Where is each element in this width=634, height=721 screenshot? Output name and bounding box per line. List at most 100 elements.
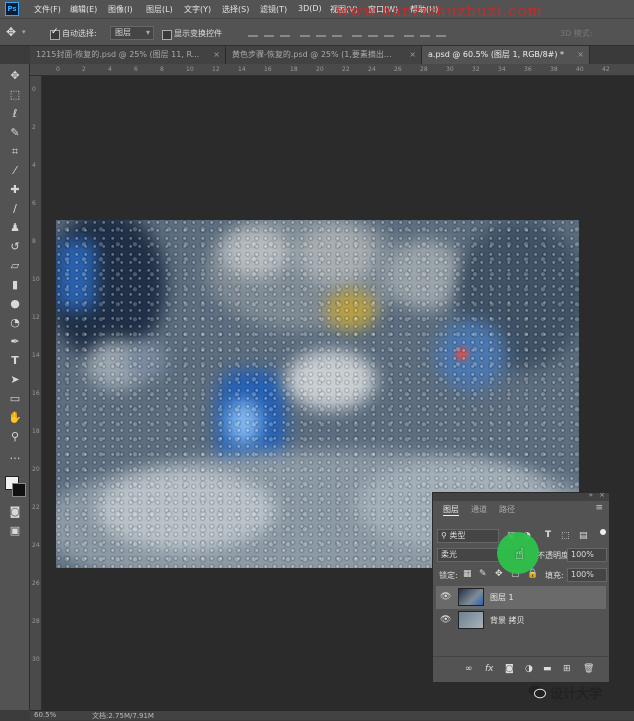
ruler-tick-label: 34: [498, 66, 506, 73]
close-icon[interactable]: ×: [213, 46, 220, 64]
ruler-tick-label: 10: [32, 276, 40, 283]
quick-mask-icon[interactable]: ◙: [7, 504, 23, 520]
ruler-tick-label: 0: [32, 86, 36, 93]
tab-label: 黄色步骤-恢复的.psd @ 25% (1,要素摘出...: [232, 50, 392, 59]
delete-layer-icon[interactable]: 🗑: [583, 664, 594, 674]
lock-position-icon[interactable]: ✥: [495, 569, 503, 579]
align-bottom-icon[interactable]: [280, 28, 290, 37]
layers-panel: » × 图层 通道 路径 ≡ ⚲ 类型 ▣ ◑ T ⬚ ▤ 柔光 不透明度: 1…: [432, 491, 610, 683]
fill-input[interactable]: 100%: [567, 568, 607, 582]
zoom-level[interactable]: 60.5%: [34, 711, 56, 719]
menu-file[interactable]: 文件(F): [34, 4, 61, 15]
gradient-tool-icon[interactable]: ▮: [7, 277, 23, 293]
lock-transparent-icon[interactable]: ▦: [463, 569, 472, 579]
tab-channels[interactable]: 通道: [471, 504, 487, 515]
close-icon[interactable]: ×: [577, 46, 584, 64]
distribute-vcenter-icon[interactable]: [368, 28, 378, 37]
new-layer-icon[interactable]: ⊞: [563, 664, 571, 674]
distribute-top-icon[interactable]: [352, 28, 362, 37]
distribute-hcenter-icon[interactable]: [420, 28, 430, 37]
ruler-tick-label: 26: [394, 66, 402, 73]
smart-object-filter-icon[interactable]: ▤: [579, 531, 588, 541]
tab-document-2[interactable]: 黄色步骤-恢复的.psd @ 25% (1,要素摘出... ×: [226, 46, 422, 64]
layer-style-icon[interactable]: fx: [485, 664, 494, 674]
move-tool-icon[interactable]: ✥: [7, 68, 23, 84]
align-vcenter-icon[interactable]: [264, 28, 274, 37]
ruler-tick-label: 20: [316, 66, 324, 73]
type-tool-icon[interactable]: T: [7, 353, 23, 369]
type-filter-icon[interactable]: T: [545, 530, 551, 540]
eyedropper-tool-icon[interactable]: ⁄: [7, 163, 23, 179]
rectangle-tool-icon[interactable]: ▭: [7, 391, 23, 407]
dodge-tool-icon[interactable]: ◔: [7, 315, 23, 331]
align-hcenter-icon[interactable]: [316, 28, 326, 37]
layer-row-background-copy[interactable]: 👁 背景 拷贝: [436, 609, 606, 632]
path-select-tool-icon[interactable]: ➤: [7, 372, 23, 388]
distribute-right-icon[interactable]: [436, 28, 446, 37]
filter-kind-value: 类型: [449, 531, 466, 540]
tool-preset-chevron-icon[interactable]: ▾: [22, 28, 26, 36]
screen-mode-icon[interactable]: ▣: [7, 523, 23, 539]
opacity-input[interactable]: 100%: [567, 548, 607, 562]
blur-tool-icon[interactable]: ●: [7, 296, 23, 312]
tab-paths[interactable]: 路径: [499, 504, 515, 515]
panel-header[interactable]: » ×: [433, 491, 609, 501]
marquee-tool-icon[interactable]: ⬚: [7, 87, 23, 103]
more-tools-icon[interactable]: …: [7, 448, 23, 464]
move-tool-icon[interactable]: ✥: [6, 25, 16, 39]
healing-brush-tool-icon[interactable]: ✚: [7, 182, 23, 198]
menu-edit[interactable]: 编辑(E): [70, 4, 97, 15]
eraser-tool-icon[interactable]: ▱: [7, 258, 23, 274]
ruler-tick-label: 28: [32, 618, 40, 625]
layer-name[interactable]: 背景 拷贝: [490, 615, 525, 626]
auto-select-checkbox[interactable]: [50, 27, 60, 40]
show-transform-label: 显示变换控件: [174, 29, 222, 38]
align-top-icon[interactable]: [248, 28, 258, 37]
layer-row-layer1[interactable]: 👁 图层 1: [436, 586, 606, 609]
hand-tool-icon[interactable]: ✋: [7, 410, 23, 426]
new-group-icon[interactable]: ▬: [543, 664, 552, 674]
add-mask-icon[interactable]: ◙: [505, 664, 514, 674]
ruler-tick-label: 24: [32, 542, 40, 549]
auto-select-dropdown[interactable]: 图层 ▾: [110, 26, 154, 40]
collapse-icon[interactable]: »: [589, 491, 593, 499]
zoom-tool-icon[interactable]: ⚲: [7, 429, 23, 445]
quick-select-tool-icon[interactable]: ✎: [7, 125, 23, 141]
history-brush-tool-icon[interactable]: ↺: [7, 239, 23, 255]
lock-image-icon[interactable]: ✎: [479, 569, 487, 579]
menu-select[interactable]: 选择(S): [222, 4, 249, 15]
crop-tool-icon[interactable]: ⌗: [7, 144, 23, 160]
brush-tool-icon[interactable]: ∕: [7, 201, 23, 217]
background-color-swatch[interactable]: [12, 483, 26, 497]
search-icon: ⚲: [441, 531, 447, 540]
close-icon[interactable]: ×: [409, 46, 416, 64]
distribute-bottom-icon[interactable]: [384, 28, 394, 37]
tab-document-1[interactable]: 1215封面-恢复的.psd @ 25% (图层 11, R... ×: [30, 46, 226, 64]
distribute-left-icon[interactable]: [404, 28, 414, 37]
menu-image[interactable]: 图像(I): [108, 4, 133, 15]
tab-layers[interactable]: 图层: [443, 504, 459, 516]
clone-stamp-tool-icon[interactable]: ♟: [7, 220, 23, 236]
adjustment-layer-icon[interactable]: ◑: [525, 664, 533, 674]
visibility-eye-icon[interactable]: 👁: [440, 615, 451, 625]
filter-kind-dropdown[interactable]: ⚲ 类型: [437, 529, 499, 543]
align-left-icon[interactable]: [300, 28, 310, 37]
menu-filter[interactable]: 滤镜(T): [260, 4, 287, 15]
menu-type[interactable]: 文字(Y): [184, 4, 211, 15]
link-layers-icon[interactable]: ∞: [465, 664, 473, 674]
menu-3d[interactable]: 3D(D): [298, 4, 322, 13]
lasso-tool-icon[interactable]: ℓ: [7, 106, 23, 122]
visibility-eye-icon[interactable]: 👁: [440, 592, 451, 602]
wechat-logo: [528, 685, 546, 699]
panel-menu-icon[interactable]: ≡: [595, 503, 603, 513]
close-icon[interactable]: ×: [599, 491, 605, 499]
align-right-icon[interactable]: [332, 28, 342, 37]
pen-tool-icon[interactable]: ✒: [7, 334, 23, 350]
tools-panel: ✥ ⬚ ℓ ✎ ⌗ ⁄ ✚ ∕ ♟ ↺ ▱ ▮ ● ◔ ✒ T ➤ ▭ ✋ ⚲ …: [0, 64, 30, 710]
layer-name[interactable]: 图层 1: [490, 592, 514, 603]
filter-toggle[interactable]: [600, 529, 606, 535]
tab-document-active[interactable]: a.psd @ 60.5% (图层 1, RGB/8#) * ×: [422, 46, 590, 64]
show-transform-checkbox[interactable]: [162, 30, 172, 40]
shape-filter-icon[interactable]: ⬚: [561, 531, 570, 541]
menu-layer[interactable]: 图层(L): [146, 4, 173, 15]
